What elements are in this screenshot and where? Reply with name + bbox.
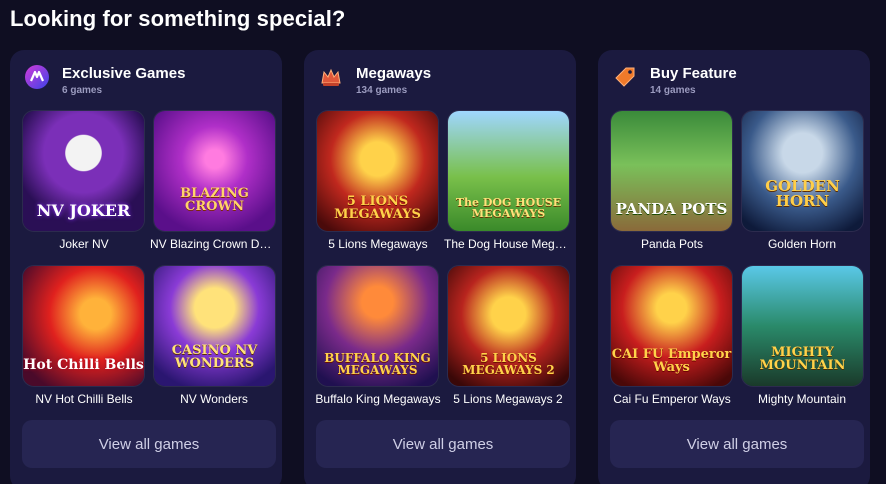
game-name[interactable]: Panda Pots xyxy=(608,237,736,251)
game-name[interactable]: NV Hot Chilli Bells xyxy=(20,392,148,406)
category-panel-buy-feature: Buy Feature 14 games PANDA POTS GOLDEN H… xyxy=(598,50,870,484)
game-name[interactable]: Buffalo King Megaways xyxy=(314,392,442,406)
price-tag-icon xyxy=(612,64,638,90)
game-tile-mighty-mountain[interactable]: MIGHTY MOUNTAIN xyxy=(741,265,864,387)
category-panel-exclusive-games: Exclusive Games 6 games NV JOKER BLAZING… xyxy=(10,50,282,484)
game-tile-5-lions-megaways-2[interactable]: 5 LIONS MEGAWAYS 2 xyxy=(447,265,570,387)
category-game-count: 14 games xyxy=(650,85,696,96)
game-name[interactable]: Joker NV xyxy=(20,237,148,251)
category-game-count: 6 games xyxy=(62,85,103,96)
game-name[interactable]: NV Blazing Crown Deluxe xyxy=(150,237,278,251)
game-tile-text: GOLDEN HORN xyxy=(765,177,840,210)
game-tile-nv-blazing-crown[interactable]: BLAZING CROWN xyxy=(153,110,276,232)
view-all-games-button[interactable]: View all games xyxy=(610,420,864,468)
game-tile-nv-wonders[interactable]: CASINO NV WONDERS xyxy=(153,265,276,387)
game-name[interactable]: 5 Lions Megaways xyxy=(314,237,442,251)
category-title: Buy Feature xyxy=(650,65,737,82)
category-title: Megaways xyxy=(356,65,432,82)
game-tile-text: NV JOKER xyxy=(36,201,131,220)
game-tile-text: MIGHTY MOUNTAIN xyxy=(759,345,846,373)
page-heading: Looking for something special? xyxy=(10,6,346,31)
category-game-count: 134 games xyxy=(356,85,408,96)
game-tile-nv-hot-chilli-bells[interactable]: Hot Chilli Bells xyxy=(22,265,145,387)
category-title: Exclusive Games xyxy=(62,65,186,82)
game-tile-text: The DOG HOUSE MEGAWAYS xyxy=(455,196,562,220)
game-tile-text: 5 LIONS MEGAWAYS xyxy=(334,194,421,222)
game-tile-dog-house-megaways[interactable]: The DOG HOUSE MEGAWAYS xyxy=(447,110,570,232)
view-all-games-button[interactable]: View all games xyxy=(22,420,276,468)
crown-icon xyxy=(318,64,344,90)
game-name[interactable]: The Dog House Megaways xyxy=(444,237,572,251)
game-tile-cai-fu-emperor-ways[interactable]: CAI FU Emperor Ways xyxy=(610,265,733,387)
nv-logo-icon xyxy=(24,64,50,90)
game-tile-text: 5 LIONS MEGAWAYS 2 xyxy=(462,351,555,377)
game-tile-text: CAI FU Emperor Ways xyxy=(611,347,732,375)
game-tile-golden-horn[interactable]: GOLDEN HORN xyxy=(741,110,864,232)
game-tile-5-lions-megaways[interactable]: 5 LIONS MEGAWAYS xyxy=(316,110,439,232)
game-name[interactable]: 5 Lions Megaways 2 xyxy=(444,392,572,406)
game-name[interactable]: Cai Fu Emperor Ways xyxy=(608,392,736,406)
game-tile-text: Hot Chilli Bells xyxy=(23,357,144,373)
game-tile-panda-pots[interactable]: PANDA POTS xyxy=(610,110,733,232)
view-all-games-button[interactable]: View all games xyxy=(316,420,570,468)
game-tile-text: PANDA POTS xyxy=(615,200,728,218)
game-name[interactable]: NV Wonders xyxy=(150,392,278,406)
game-tile-text: BLAZING CROWN xyxy=(180,186,249,214)
game-name[interactable]: Golden Horn xyxy=(738,237,866,251)
game-tile-buffalo-king-megaways[interactable]: BUFFALO KING MEGAWAYS xyxy=(316,265,439,387)
game-tile-text: BUFFALO KING MEGAWAYS xyxy=(324,351,431,377)
game-tile-text: CASINO NV WONDERS xyxy=(171,343,258,371)
game-name[interactable]: Mighty Mountain xyxy=(738,392,866,406)
category-panel-megaways: Megaways 134 games 5 LIONS MEGAWAYS The … xyxy=(304,50,576,484)
game-tile-joker-nv[interactable]: NV JOKER xyxy=(22,110,145,232)
